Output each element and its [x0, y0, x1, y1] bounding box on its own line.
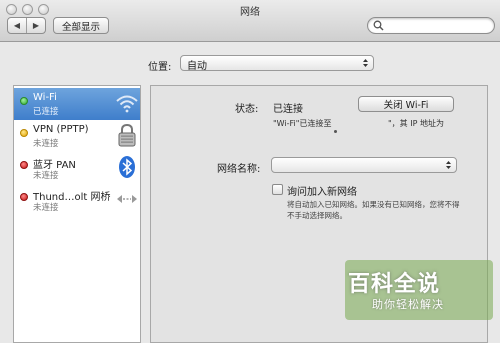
forward-button[interactable]: ▶	[26, 18, 45, 33]
status-dot-icon	[20, 193, 28, 201]
location-value: 自动	[187, 61, 207, 72]
turn-off-wifi-button[interactable]: 关闭 Wi-Fi	[358, 96, 454, 112]
bullet-dot	[334, 130, 337, 133]
service-item-thunderbolt-bridge[interactable]: Thund…olt 网桥 未连接	[14, 184, 140, 216]
service-status: 未连接	[33, 171, 59, 181]
service-item-wifi[interactable]: Wi-Fi 已连接	[14, 88, 140, 120]
status-dot-icon	[20, 97, 28, 105]
window-title: 网络	[240, 7, 260, 18]
ip-description: "，其 IP 地址为	[388, 119, 444, 128]
watermark-subtitle: 助你轻松解决	[372, 298, 444, 311]
wifi-icon	[116, 95, 138, 113]
ask-join-checkbox[interactable]	[272, 184, 283, 195]
status-dot-icon	[20, 129, 28, 137]
search-icon	[373, 20, 384, 31]
thunderbolt-bridge-icon	[117, 195, 137, 203]
service-name: VPN (PPTP)	[33, 124, 89, 135]
updown-arrows-icon	[363, 59, 368, 67]
status-label: 状态:	[235, 104, 259, 115]
title-bar: 网络 ◀ ▶ 全部显示	[0, 0, 500, 42]
service-status: 未连接	[33, 203, 59, 213]
ask-join-label: 询问加入新网络	[287, 187, 357, 198]
location-select[interactable]: 自动	[180, 55, 374, 72]
location-label: 位置:	[148, 62, 172, 73]
service-status: 已连接	[33, 107, 59, 117]
lock-icon	[118, 123, 136, 147]
service-item-vpn[interactable]: VPN (PPTP) 未连接	[14, 120, 140, 152]
back-forward-buttons: ◀ ▶	[7, 17, 46, 34]
service-status: 未连接	[33, 139, 59, 149]
connection-description: "Wi-Fi"已连接至	[273, 119, 332, 128]
status-dot-icon	[20, 161, 28, 169]
back-button[interactable]: ◀	[8, 18, 26, 33]
status-value: 已连接	[273, 104, 303, 115]
watermark-title: 百科全说	[348, 272, 441, 297]
network-name-select[interactable]	[271, 157, 457, 173]
show-all-button[interactable]: 全部显示	[53, 17, 109, 34]
service-list: Wi-Fi 已连接 VPN (PPTP) 未连接 蓝牙 PAN 未连接 Thun…	[13, 85, 141, 343]
updown-arrows-icon	[446, 161, 451, 169]
service-name: Wi-Fi	[33, 92, 57, 103]
search-input[interactable]	[367, 17, 495, 34]
service-item-bluetooth-pan[interactable]: 蓝牙 PAN 未连接	[14, 152, 140, 184]
network-name-label: 网络名称:	[217, 164, 261, 175]
ask-join-description: 将自动加入已知网络。如果没有已知网络，您将不得不手动选择网络。	[287, 200, 460, 220]
bluetooth-icon	[119, 156, 135, 178]
